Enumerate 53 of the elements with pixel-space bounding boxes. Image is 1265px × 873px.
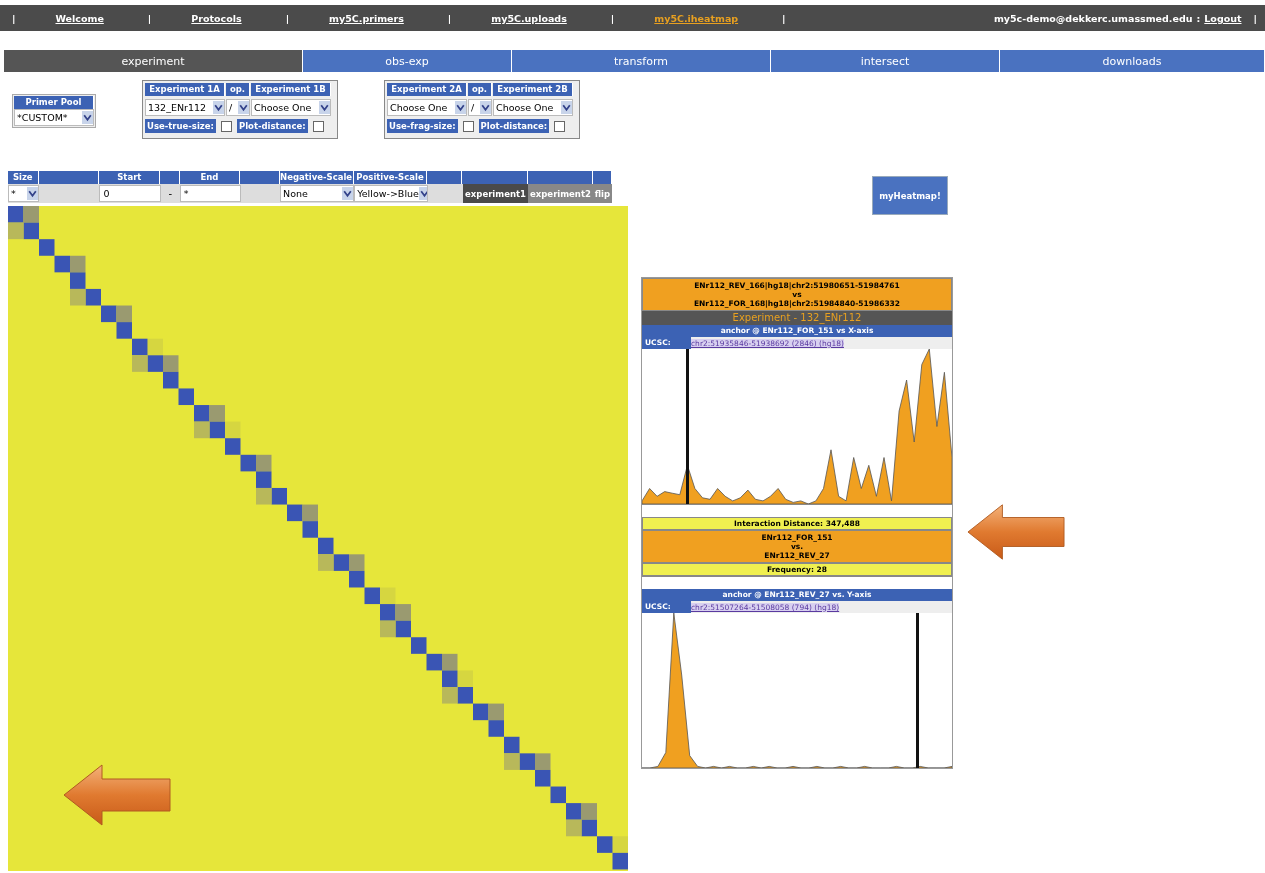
experiment-dropdown[interactable]: / — [226, 99, 250, 116]
user-email: my5c-demo@dekkerc.umassmed.edu — [993, 12, 1193, 24]
nav-separator: | — [11, 12, 17, 24]
tab[interactable]: transform — [512, 50, 771, 72]
tab[interactable]: downloads — [1000, 50, 1265, 72]
end-field[interactable]: * — [179, 185, 242, 202]
tab[interactable]: obs-exp — [303, 50, 512, 72]
experiment-dropdown[interactable]: 132_ENr112 — [145, 99, 225, 116]
negative-scale-dropdown[interactable]: None — [280, 185, 355, 202]
option-label: Use-frag-size: — [387, 119, 458, 133]
nav-link[interactable]: Welcome — [55, 12, 104, 24]
column-header: Experiment 2B — [493, 83, 573, 96]
experiment-dropdown[interactable]: / — [468, 99, 492, 116]
nav-link[interactable]: Protocols — [191, 12, 242, 24]
size-dropdown[interactable]: * — [8, 185, 39, 202]
my-heatmap-button[interactable]: myHeatmap! — [872, 176, 948, 215]
column-header: op. — [468, 83, 492, 96]
experiment-dropdown[interactable]: Choose One — [493, 99, 573, 116]
column-header: Experiment 1A — [145, 83, 225, 96]
range-dash: - — [167, 188, 174, 199]
experiment-dropdown[interactable]: Choose One — [251, 99, 331, 116]
nav-separator: | — [609, 12, 616, 24]
nav-separator: | — [446, 12, 453, 24]
nav-link[interactable]: my5C.iheatmap — [654, 12, 739, 24]
column-header: End — [179, 171, 241, 184]
tab[interactable]: experiment — [4, 50, 303, 72]
column-header: Start — [99, 171, 161, 184]
option-label: Use-true-size: — [145, 119, 216, 133]
tab[interactable]: intersect — [771, 50, 1000, 72]
primer-pool-dropdown[interactable]: *CUSTOM* — [14, 109, 94, 126]
column-header: Negative-Scale — [279, 171, 354, 184]
column-header: Primer Pool — [14, 96, 94, 109]
nav-separator: | — [146, 12, 153, 24]
view-button[interactable]: experiment2 — [528, 184, 593, 203]
option-label: Plot-distance: — [478, 119, 550, 133]
separator-text: : — [1196, 12, 1201, 24]
logout-link[interactable]: Logout — [1204, 12, 1242, 24]
positive-scale-dropdown[interactable]: Yellow->Blue — [354, 185, 429, 202]
nav-separator: | — [781, 12, 787, 24]
nav-link[interactable]: my5C.uploads — [491, 12, 567, 24]
column-header: Experiment 1B — [251, 83, 331, 96]
view-button[interactable]: experiment1 — [463, 184, 528, 203]
column-header: Experiment 2A — [387, 83, 467, 96]
column-header: Positive-Scale — [353, 171, 428, 184]
option-label: Plot-distance: — [236, 119, 308, 133]
experiment-title: Experiment - 132_ENr112 — [642, 311, 952, 325]
column-header: Size — [8, 171, 39, 184]
nav-separator: | — [284, 12, 291, 24]
experiment-dropdown[interactable]: Choose One — [387, 99, 467, 116]
column-header: op. — [226, 83, 250, 96]
nav-link[interactable]: my5C.primers — [329, 12, 404, 24]
start-field[interactable]: 0 — [99, 185, 161, 202]
nav-separator: | — [1252, 12, 1258, 24]
